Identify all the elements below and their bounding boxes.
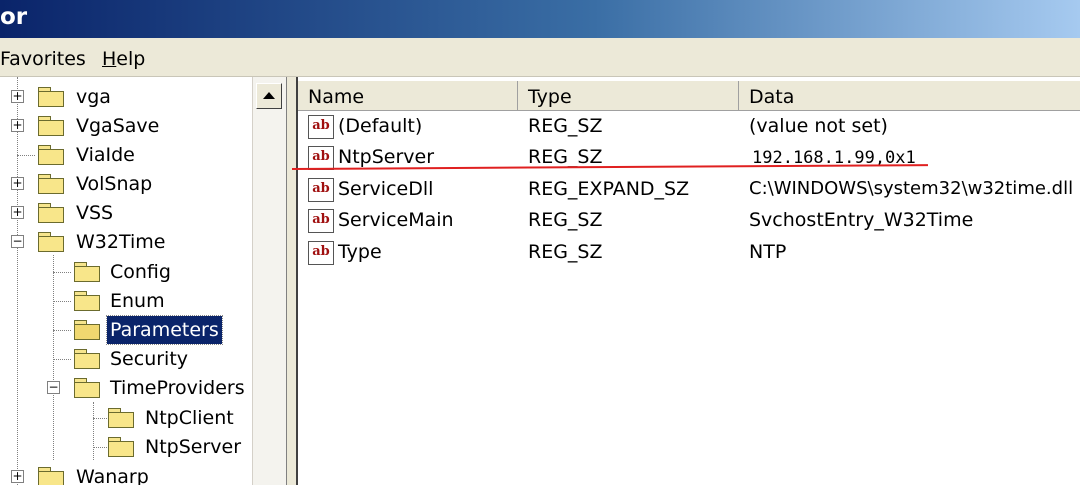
expand-icon[interactable]: + [11, 119, 24, 132]
tree-item-security[interactable]: Security [0, 345, 252, 373]
tree-item-vss[interactable]: + VSS [0, 199, 252, 227]
expand-icon[interactable]: + [11, 177, 24, 190]
tree-item-timeproviders[interactable]: − TimeProviders [0, 374, 252, 402]
tree-item-vga[interactable]: + vga [0, 83, 252, 111]
string-value-icon: ab [308, 209, 334, 233]
tree-item-ntpserver[interactable]: NtpServer [0, 433, 252, 461]
column-header-data[interactable]: Data [739, 81, 1080, 111]
expand-icon[interactable]: + [11, 90, 24, 103]
tree-item-ntpclient[interactable]: NtpClient [0, 404, 252, 432]
tree-item-enum[interactable]: Enum [0, 287, 252, 315]
tree-connector [53, 359, 71, 360]
expand-icon[interactable]: + [11, 470, 24, 483]
collapse-icon[interactable]: − [47, 381, 60, 394]
value-data: (value not set) [749, 115, 888, 137]
tree-item-wanarp[interactable]: + Wanarp [0, 463, 252, 485]
title-bar: or [0, 0, 1080, 38]
folder-icon [74, 262, 100, 282]
folder-icon [74, 349, 100, 369]
folder-icon [38, 232, 64, 252]
tree-connector [53, 272, 71, 273]
values-list[interactable]: Name Type Data ab (Default) REG_SZ (valu… [296, 77, 1080, 485]
tree-connector [93, 447, 107, 448]
folder-icon [108, 408, 134, 428]
value-row[interactable]: ab ServiceMain REG_SZ SvchostEntry_W32Ti… [298, 207, 1080, 237]
value-name: (Default) [338, 115, 423, 137]
tree-item-volsnap[interactable]: + VolSnap [0, 170, 252, 198]
list-header: Name Type Data [298, 81, 1080, 111]
string-value-icon: ab [308, 178, 334, 202]
tree-item-w32time[interactable]: − W32Time [0, 228, 252, 256]
tree-item-label: VolSnap [76, 173, 153, 195]
tree-item-label: Security [110, 348, 189, 370]
collapse-icon[interactable]: − [11, 235, 24, 248]
window-title: or [0, 4, 28, 30]
menu-help[interactable]: Help [102, 48, 145, 70]
value-row[interactable]: ab Type REG_SZ NTP [298, 239, 1080, 269]
folder-icon [38, 116, 64, 136]
tree-item-viaide[interactable]: ViaIde [0, 141, 252, 169]
tree-item-parameters[interactable]: Parameters [0, 315, 252, 345]
tree-connector [93, 418, 107, 419]
tree-item-label: Wanarp [76, 466, 149, 485]
tree-item-label: VgaSave [76, 115, 160, 137]
menu-bar: Favorites Help [0, 38, 1080, 77]
value-type: REG_SZ [528, 209, 603, 231]
tree-item-label: NtpClient [145, 407, 234, 429]
string-value-icon: ab [308, 115, 334, 139]
column-header-name[interactable]: Name [298, 81, 518, 111]
menu-help-rest: elp [116, 48, 146, 70]
menu-help-accelerator: H [102, 48, 117, 70]
value-name: ServiceMain [338, 209, 454, 231]
tree-item-vgasave[interactable]: + VgaSave [0, 112, 252, 140]
tree-item-label: Config [110, 261, 171, 283]
value-data: NTP [749, 241, 787, 263]
folder-icon [38, 203, 64, 223]
value-type: REG_SZ [528, 115, 603, 137]
scroll-up-arrow-icon[interactable] [256, 83, 282, 109]
value-row[interactable]: ab NtpServer REG_SZ 192.168.1.99,0x1 [298, 144, 1080, 174]
folder-icon [38, 87, 64, 107]
value-type: REG_EXPAND_SZ [528, 178, 690, 200]
folder-icon [74, 378, 100, 398]
value-type: REG_SZ [528, 146, 603, 168]
folder-icon [38, 467, 64, 485]
tree-item-label: W32Time [76, 231, 166, 253]
value-name: Type [338, 241, 382, 263]
tree-item-label: Enum [110, 290, 165, 312]
folder-icon [38, 145, 64, 165]
string-value-icon: ab [308, 241, 334, 265]
tree-item-config[interactable]: Config [0, 258, 252, 286]
value-data: SvchostEntry_W32Time [749, 209, 974, 231]
value-name: ServiceDll [338, 178, 434, 200]
string-value-icon: ab [308, 146, 334, 170]
expand-icon[interactable]: + [11, 206, 24, 219]
value-data: C:\WINDOWS\system32\w32time.dll [749, 178, 1074, 199]
tree-item-label: VSS [76, 202, 114, 224]
value-row[interactable]: ab (Default) REG_SZ (value not set) [298, 113, 1080, 143]
tree-item-label: TimeProviders [110, 377, 245, 399]
column-header-type[interactable]: Type [518, 81, 739, 111]
open-folder-icon [74, 320, 100, 340]
folder-icon [108, 437, 134, 457]
tree-item-label: NtpServer [145, 436, 242, 458]
tree-item-label-selected: Parameters [106, 315, 223, 345]
tree-scrollbar[interactable] [252, 77, 287, 485]
tree-item-label: ViaIde [76, 144, 135, 166]
menu-favorites[interactable]: Favorites [0, 48, 86, 70]
tree-connector [53, 301, 71, 302]
folder-icon [74, 291, 100, 311]
folder-icon [38, 174, 64, 194]
tree-connector [17, 155, 35, 156]
tree-item-label: vga [76, 86, 111, 108]
value-row[interactable]: ab ServiceDll REG_EXPAND_SZ C:\WINDOWS\s… [298, 176, 1080, 206]
registry-key-tree[interactable]: + vga + VgaSave ViaIde + VolSnap + VSS −… [0, 77, 252, 485]
tree-connector [53, 330, 71, 331]
value-type: REG_SZ [528, 241, 603, 263]
value-name: NtpServer [338, 146, 435, 168]
